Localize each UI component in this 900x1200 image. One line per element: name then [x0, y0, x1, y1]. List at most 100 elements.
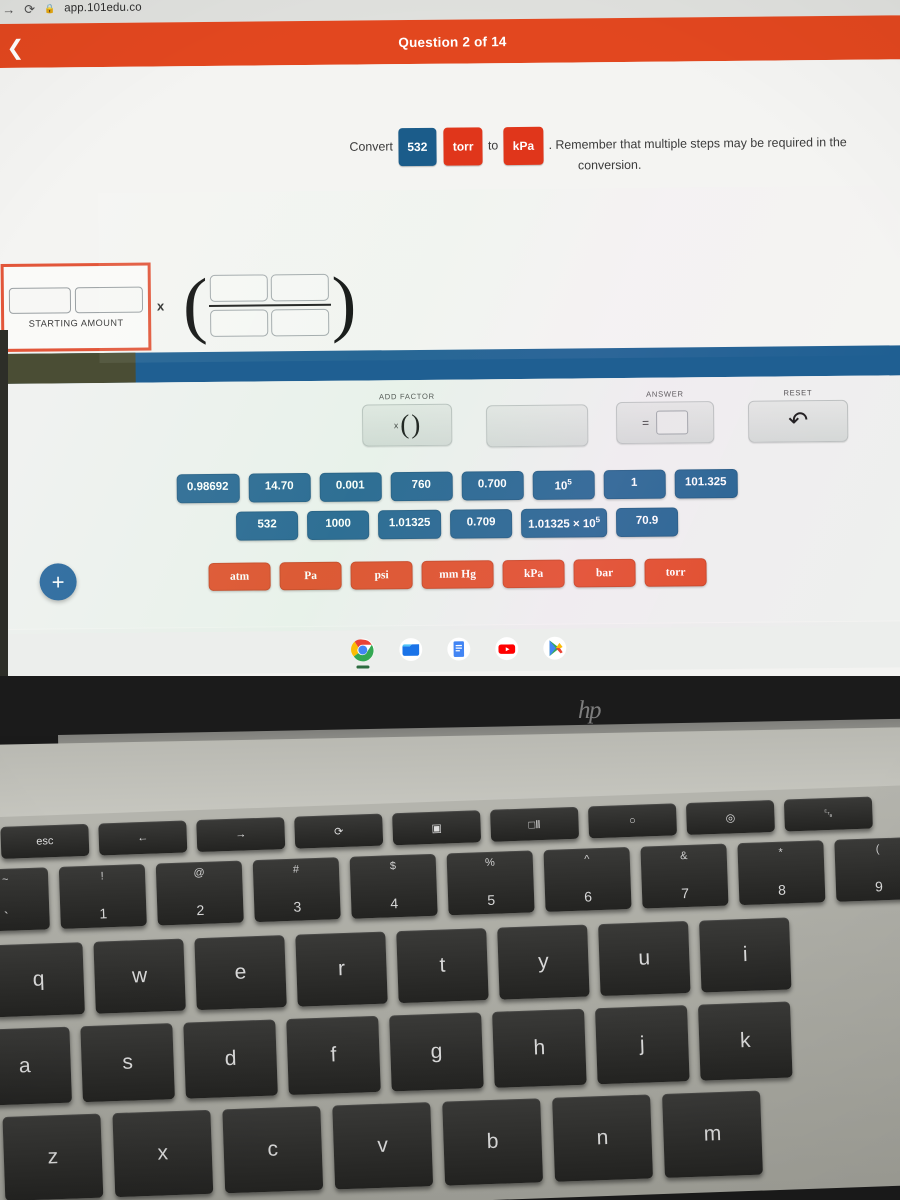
answer-label: ANSWER: [646, 389, 684, 399]
key-u[interactable]: u: [598, 921, 691, 997]
starting-amount-value-slot[interactable]: [8, 286, 72, 314]
number-chip[interactable]: 14.70: [248, 473, 311, 503]
unit-chip[interactable]: atm: [208, 562, 271, 591]
number-chip[interactable]: 0.709: [449, 508, 513, 539]
key-`[interactable]: ~ `: [0, 867, 50, 933]
number-chip[interactable]: 1.01325 × 105: [520, 507, 608, 538]
youtube-icon[interactable]: [494, 636, 519, 661]
key-primary-label: 5: [486, 891, 496, 908]
answer-button[interactable]: =: [615, 401, 715, 445]
back-chevron-icon[interactable]: ❮: [6, 37, 28, 60]
blank-tile-button[interactable]: [485, 404, 589, 448]
key-primary-label: 7: [680, 884, 690, 902]
key-c[interactable]: c: [222, 1105, 324, 1194]
forward-arrow-icon[interactable]: →: [2, 1, 15, 16]
key-d[interactable]: d: [183, 1019, 278, 1099]
numerator-unit-slot[interactable]: [270, 273, 330, 302]
key-primary-label: 4: [390, 895, 399, 912]
brightness-down-key[interactable]: ○: [587, 803, 678, 839]
esc-key[interactable]: esc: [0, 823, 90, 859]
add-factor-multiply-symbol: x: [393, 420, 399, 431]
key-9[interactable]: (9: [834, 836, 900, 902]
forward-key[interactable]: →: [196, 817, 286, 853]
address-bar-url[interactable]: app.101edu.co: [64, 2, 142, 15]
files-icon[interactable]: [398, 636, 423, 661]
key-secondary-label: &: [679, 849, 688, 863]
key-g[interactable]: g: [389, 1012, 484, 1092]
key-4[interactable]: $4: [349, 853, 438, 919]
key-v[interactable]: v: [332, 1102, 434, 1190]
key-t[interactable]: t: [396, 928, 489, 1004]
unit-chip[interactable]: mm Hg: [421, 559, 494, 589]
key-r[interactable]: r: [295, 931, 388, 1007]
key-w[interactable]: w: [93, 938, 186, 1014]
number-chip[interactable]: 1: [603, 469, 666, 500]
key-b[interactable]: b: [442, 1098, 544, 1186]
key-f[interactable]: f: [286, 1015, 381, 1096]
screenshot-root: → ⟳ 🔒 app.101edu.co Question 2 of 14 ❮ C…: [0, 0, 900, 1200]
key-1[interactable]: ! 1: [58, 863, 147, 929]
number-chip[interactable]: 70.9: [615, 507, 679, 537]
unit-chip[interactable]: psi: [350, 560, 413, 590]
unit-chip[interactable]: bar: [573, 558, 636, 588]
fullscreen-key[interactable]: ▣: [392, 810, 482, 846]
key-k[interactable]: k: [697, 1001, 793, 1081]
chrome-icon[interactable]: [350, 637, 375, 662]
answer-input-slot[interactable]: [656, 410, 689, 435]
number-chip[interactable]: 532: [235, 510, 299, 541]
key-8[interactable]: * 8: [737, 840, 826, 906]
unit-chip[interactable]: kPa: [502, 559, 565, 588]
key-6[interactable]: ^ 6: [543, 847, 632, 912]
number-chip[interactable]: 0.700: [461, 470, 524, 501]
number-chip[interactable]: 105: [532, 470, 595, 500]
numerator-value-slot[interactable]: [209, 274, 269, 302]
key-e[interactable]: e: [194, 935, 287, 1011]
key-q[interactable]: q: [0, 942, 85, 1018]
add-floating-button[interactable]: +: [39, 563, 77, 601]
key-m[interactable]: m: [662, 1090, 763, 1178]
reload-icon[interactable]: ⟳: [24, 1, 35, 16]
key-n[interactable]: n: [552, 1094, 653, 1182]
number-chip[interactable]: 760: [390, 471, 453, 502]
key-h[interactable]: h: [492, 1008, 587, 1088]
denominator-row: [210, 308, 330, 337]
add-factor-paren-right: ): [411, 409, 421, 440]
key-x[interactable]: x: [112, 1109, 214, 1198]
play-store-icon[interactable]: [542, 635, 567, 660]
unit-chip[interactable]: Pa: [279, 561, 342, 590]
key-i[interactable]: i: [699, 917, 792, 993]
key-a[interactable]: a: [0, 1026, 72, 1106]
key-s[interactable]: s: [80, 1023, 175, 1103]
reload-key[interactable]: ⟳: [294, 813, 384, 849]
reset-button[interactable]: ↷: [747, 399, 849, 443]
number-chip[interactable]: 1.01325: [377, 509, 442, 540]
window-overview-key[interactable]: □Ⅱ: [490, 806, 580, 842]
key-3[interactable]: #3: [252, 857, 341, 923]
brightness-up-key[interactable]: ◎: [685, 799, 775, 835]
key-z[interactable]: z: [2, 1113, 104, 1200]
key-y[interactable]: y: [497, 924, 590, 1000]
mute-key[interactable]: ␗: [783, 796, 873, 832]
key-2[interactable]: @2: [155, 860, 244, 926]
tool-palette: ADD FACTOR x ( ) ANSWER = RESET ↷ 0.9869…: [0, 375, 900, 629]
denominator-unit-slot[interactable]: [271, 308, 330, 337]
starting-amount-label: STARTING AMOUNT: [28, 317, 124, 329]
denominator-value-slot[interactable]: [210, 309, 269, 337]
key-5[interactable]: % 5: [446, 850, 535, 916]
paren-left: (: [182, 264, 209, 347]
number-chip[interactable]: 1000: [306, 510, 370, 540]
starting-amount-unit-slot[interactable]: [74, 286, 144, 313]
key-7[interactable]: & 7: [640, 843, 729, 909]
number-chip[interactable]: 0.001: [319, 472, 382, 502]
unit-chip[interactable]: torr: [644, 557, 707, 587]
add-factor-button[interactable]: x ( ): [361, 403, 453, 447]
key-j[interactable]: j: [595, 1005, 690, 1085]
number-chip[interactable]: 0.98692: [176, 473, 240, 504]
number-chip[interactable]: 101.325: [674, 468, 738, 499]
starting-amount-group[interactable]: STARTING AMOUNT: [0, 262, 152, 352]
conversion-factor-group: ( ): [183, 261, 359, 351]
docs-icon[interactable]: [446, 636, 471, 661]
fraction-bar: [208, 303, 331, 307]
question-prefix: Convert: [349, 139, 393, 154]
back-key[interactable]: ←: [98, 820, 188, 856]
